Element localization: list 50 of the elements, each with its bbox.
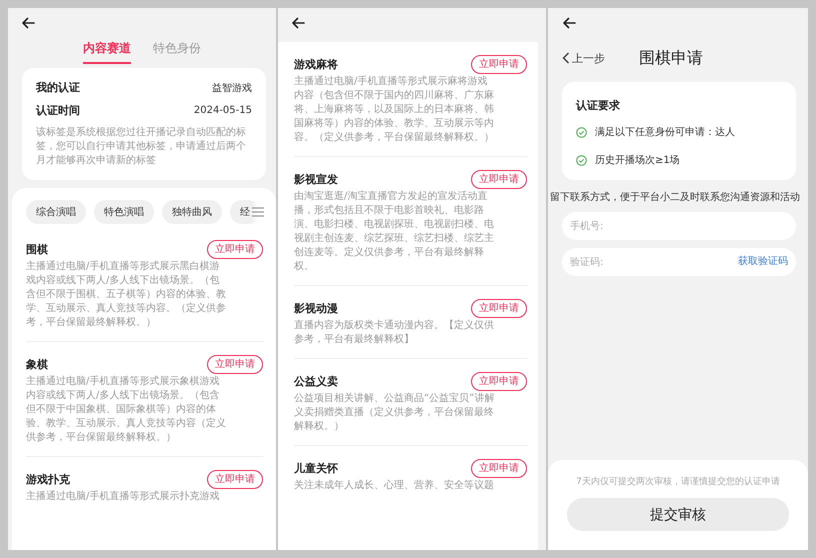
apply-button[interactable]: 立即申请 bbox=[471, 170, 527, 189]
category-chip[interactable]: 独特曲风 bbox=[162, 200, 222, 224]
info-label: 认证时间 bbox=[36, 103, 80, 118]
item-description: 主播通过电脑/手机直播等形式展示扑克游戏 bbox=[26, 490, 220, 504]
item-description: 关注未成年人成长、心理、营养、安全等议题 bbox=[294, 479, 495, 493]
item-title: 游戏扑克 bbox=[26, 472, 70, 487]
certification-note: 该标签是系统根据您过往开播记录自动匹配的标签，您可以自行申请其他标签，申请通过后两个月才能够再次申请新的标签 bbox=[36, 126, 247, 168]
previous-step-button[interactable]: 上一步 bbox=[562, 50, 605, 66]
item-description: 公益项目相关讲解、公益商品“公益宝贝”讲解义卖捐赠类直播（定义供参考，平台保留最终解释权。） bbox=[294, 392, 496, 434]
item-description: 直播内容为版权类卡通动漫内容。【定义仅供参考，平台有最终解释权】 bbox=[294, 319, 495, 347]
item-title: 影视宣发 bbox=[294, 172, 338, 187]
requirement-text: 历史开播场次≥1场 bbox=[595, 154, 680, 167]
apply-button[interactable]: 立即申请 bbox=[471, 55, 527, 74]
item-title: 围棋 bbox=[26, 242, 48, 257]
apply-button[interactable]: 立即申请 bbox=[207, 470, 263, 489]
item-description: 主播通过电脑/手机直播等形式展示麻将游戏内容（包含但不限于国内的四川麻将、广东麻将、上海麻将等，以及国际上的日本麻将、韩国麻将等）内容的体验、教学、互动展示等内容。（定义供参考，平台保留最终解释权。） bbox=[294, 75, 495, 145]
footer-note: 7天内仅可提交两次审核，请谨慎提交您的认证申请 bbox=[576, 476, 780, 488]
item-title: 儿童关怀 bbox=[294, 461, 338, 476]
page-title: 围棋申请 bbox=[639, 48, 703, 68]
category-chip[interactable]: 经 bbox=[230, 200, 260, 224]
info-value: 益智游戏 bbox=[212, 82, 252, 94]
apply-button[interactable]: 立即申请 bbox=[471, 459, 527, 478]
item-description: 主播通过电脑/手机直播等形式展示象棋游戏内容或线下两人/多人线下出镜场景。（包含但不限于中国象棋、国际象棋等）内容的体验、教学、互动展示、真人竞技等内容（定义供参考，平台保留最终解释权。） bbox=[26, 375, 227, 445]
submit-button[interactable]: 提交审核 bbox=[567, 498, 789, 531]
item-description: 由淘宝逛逛/淘宝直播官方发起的宣发活动直播，形式包括且不限于电影首映礼、电影路演、电影扫楼、电视剧探班、电视剧扫楼、电视剧主创连麦、综艺探班、综艺扫楼、综艺主创连麦等。定义仅供参考，平台有最终解释权。 bbox=[294, 190, 495, 274]
item-title: 象棋 bbox=[26, 357, 48, 372]
apply-button[interactable]: 立即申请 bbox=[471, 372, 527, 391]
category-chip[interactable]: 综合演唱 bbox=[26, 200, 86, 224]
get-code-link[interactable]: 获取验证码 bbox=[738, 255, 788, 269]
info-label: 我的认证 bbox=[36, 80, 80, 95]
requirement-text: 满足以下任意身份可申请：达人 bbox=[595, 126, 735, 139]
menu-icon[interactable] bbox=[252, 206, 264, 216]
tab[interactable]: 特色身份 bbox=[153, 40, 201, 64]
contact-hint: 留下联系方式，便于平台小二及时联系您沟通资源和活动 bbox=[550, 190, 801, 204]
apply-button[interactable]: 立即申请 bbox=[207, 240, 263, 259]
back-arrow-icon[interactable] bbox=[562, 17, 576, 29]
item-description: 主播通过电脑/手机直播等形式展示黑白棋游戏内容或线下两人/多人线下出镜场景。（包含但不限于围棋、五子棋等）内容的体验、教学、互动展示、真人竞技等内容。（定义供参考，平台保留最终解释权。） bbox=[26, 260, 227, 330]
category-chip[interactable]: 特色演唱 bbox=[94, 200, 154, 224]
item-title: 影视动漫 bbox=[294, 301, 338, 316]
input-field[interactable]: 手机号: bbox=[562, 212, 796, 240]
back-arrow-icon[interactable] bbox=[21, 17, 35, 29]
item-title: 公益义卖 bbox=[294, 374, 338, 389]
apply-button[interactable]: 立即申请 bbox=[207, 355, 263, 374]
card-title: 认证要求 bbox=[576, 98, 621, 114]
info-value: 2024-05-15 bbox=[194, 105, 252, 116]
chevron-left-icon bbox=[562, 52, 570, 64]
item-title: 游戏麻将 bbox=[294, 57, 338, 72]
apply-button[interactable]: 立即申请 bbox=[471, 299, 527, 318]
tab[interactable]: 内容赛道 bbox=[83, 40, 131, 64]
back-arrow-icon[interactable] bbox=[291, 17, 305, 29]
